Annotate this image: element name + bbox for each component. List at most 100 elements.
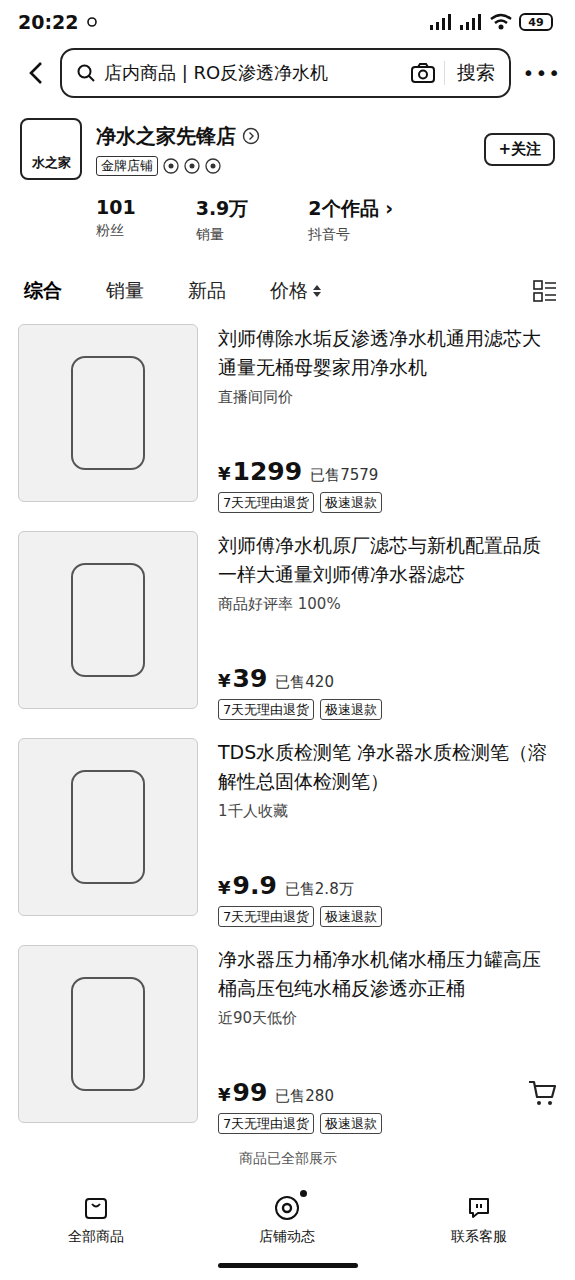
nav-item[interactable]: 联系客服 [419, 1194, 539, 1246]
sort-label: 综合 [24, 278, 62, 304]
sort-tab[interactable]: 综合 [24, 278, 62, 304]
medal-icon [163, 158, 179, 174]
nav-label: 全部商品 [68, 1228, 124, 1246]
sort-order-icon [312, 283, 322, 299]
currency: ¥ [218, 1084, 231, 1105]
product-card[interactable]: 刘师傅净水机原厂滤芯与新机配置品质一样大通量刘师傅净水器滤芯商品好评率 100%… [0, 523, 575, 730]
product-list: 刘师傅除水垢反渗透净水机通用滤芯大通量无桶母婴家用净水机直播间同价 ¥1299 已售… [0, 316, 575, 1144]
product-info: 刘师傅净水机原厂滤芯与新机配置品质一样大通量刘师傅净水器滤芯商品好评率 100%… [218, 531, 557, 730]
product-card[interactable]: 净水器压力桶净水机储水桶压力罐高压桶高压包纯水桶反渗透亦正桶近90天低价¥99已… [0, 937, 575, 1144]
product-image [18, 324, 198, 502]
product-card[interactable]: 刘师傅除水垢反渗透净水机通用滤芯大通量无桶母婴家用净水机直播间同价¥1299已售… [0, 316, 575, 523]
product-shape [71, 770, 145, 884]
status-bar: 20:22 49 [0, 0, 575, 44]
search-divider [444, 61, 445, 85]
service-tag: 7天无理由退货 [218, 492, 314, 513]
stat-item: 2个作品 › 抖音号 [308, 196, 393, 244]
shop-page: 20:22 49 店内商品 | RO反渗透净水机搜索 ••• 水之家净水之家先锋店金牌店… [0, 0, 575, 1280]
home-indicator [218, 1263, 358, 1268]
time: 20:22 [18, 11, 78, 33]
service-tag: 极速退款 [320, 699, 382, 720]
product-image [18, 945, 198, 1123]
stat-label: 销量 [196, 226, 249, 244]
search-row: 店内商品 | RO反渗透净水机搜索 ••• [0, 44, 575, 102]
sort-label: 销量 [106, 278, 144, 304]
service-tag: 7天无理由退货 [218, 906, 314, 927]
price: 1299 [233, 457, 303, 486]
service-tag: 7天无理由退货 [218, 1113, 314, 1134]
sort-bar: 综合 销量 新品 价格 [0, 244, 575, 316]
stat-item: 3.9万销量 [196, 196, 249, 244]
product-image [18, 531, 198, 709]
nav-label: 联系客服 [451, 1228, 507, 1246]
home-indicator-row [0, 1250, 575, 1280]
currency: ¥ [218, 670, 231, 691]
stat-value: 3.9万 [196, 196, 249, 222]
stat-item: 101粉丝 [96, 196, 136, 244]
price-row: ¥9.9已售2.8万 [218, 871, 557, 900]
product-subtitle: 商品好评率 100% [218, 595, 557, 614]
shop-header: 水之家净水之家先锋店金牌店铺 +关注 [0, 102, 575, 180]
battery-icon: 49 [519, 13, 553, 31]
service-tag: 极速退款 [320, 492, 382, 513]
badge-row: 金牌店铺 [96, 156, 470, 176]
product-info: 净水器压力桶净水机储水桶压力罐高压桶高压包纯水桶反渗透亦正桶近90天低价¥99已… [218, 945, 557, 1144]
nav-icon-wrap [273, 1194, 301, 1222]
product-subtitle: 直播间同价 [218, 388, 557, 407]
price: 39 [233, 664, 268, 693]
list-layout-icon[interactable] [533, 280, 557, 302]
product-info: 刘师傅除水垢反渗透净水机通用滤芯大通量无桶母婴家用净水机直播间同价¥1299已售… [218, 324, 557, 523]
signal-icon [459, 14, 483, 30]
product-title: TDS水质检测笔 净水器水质检测笔（溶解性总固体检测笔） [218, 738, 557, 796]
shop-logo[interactable]: 水之家 [20, 118, 82, 180]
follow-button[interactable]: +关注 [484, 133, 555, 166]
stat-label: 粉丝 [96, 222, 136, 240]
product-title: 净水器压力桶净水机储水桶压力罐高压桶高压包纯水桶反渗透亦正桶 [218, 945, 557, 1003]
back-icon[interactable] [26, 60, 48, 86]
nav-item[interactable]: 店铺动态 [227, 1194, 347, 1246]
more-button[interactable]: ••• [523, 61, 561, 85]
service-tag: 7天无理由退货 [218, 699, 314, 720]
tag-row: 7天无理由退货极速退款 [218, 1113, 557, 1134]
sold-count: 已售7579 [310, 466, 378, 485]
notification-dot [300, 1190, 307, 1197]
product-title: 刘师傅除水垢反渗透净水机通用滤芯大通量无桶母婴家用净水机 [218, 324, 557, 382]
product-subtitle: 1千人收藏 [218, 802, 557, 821]
price-row: ¥39已售420 [218, 664, 557, 693]
camera-icon[interactable] [410, 62, 436, 84]
stat-value: 2个作品 › [308, 196, 393, 222]
nav-item[interactable]: 全部商品 [36, 1194, 156, 1246]
search-icon [76, 63, 96, 83]
product-card[interactable]: TDS水质检测笔 净水器水质检测笔（溶解性总固体检测笔） 1千人收藏 ¥9.9已售2… [0, 730, 575, 937]
stat-label: 抖音号 [308, 226, 393, 244]
sync-icon [86, 16, 98, 28]
sort-tab[interactable]: 新品 [188, 278, 226, 304]
nav-icon-wrap [466, 1194, 492, 1222]
price: 9.9 [233, 871, 277, 900]
search-field[interactable]: 店内商品 | RO反渗透净水机搜索 [60, 48, 511, 98]
bag-icon [83, 1195, 109, 1221]
shop-badge: 金牌店铺 [96, 156, 158, 176]
sort-label: 新品 [188, 278, 226, 304]
signal-icon [429, 14, 453, 30]
list-end-note: 商品已全部展示 [0, 1144, 575, 1168]
sort-label: 价格 [270, 278, 308, 304]
shop-name-row: 净水之家先锋店 [96, 123, 470, 150]
sold-count: 已售280 [275, 1087, 334, 1106]
tag-row: 7天无理由退货极速退款 [218, 699, 557, 720]
shop-name[interactable]: 净水之家先锋店 [96, 123, 236, 150]
bottom-nav: 全部商品 店铺动态联系客服 [0, 1188, 575, 1250]
sort-tab[interactable]: 销量 [106, 278, 144, 304]
medal-icon [205, 158, 221, 174]
shop-info: 净水之家先锋店金牌店铺 [96, 123, 470, 176]
product-shape [71, 563, 145, 677]
tag-row: 7天无理由退货极速退款 [218, 492, 557, 513]
cart-icon[interactable] [527, 1079, 557, 1107]
arrow-circle-icon[interactable] [242, 127, 260, 145]
product-shape [71, 356, 145, 470]
search-button[interactable]: 搜索 [453, 60, 495, 86]
product-title: 刘师傅净水机原厂滤芯与新机配置品质一样大通量刘师傅净水器滤芯 [218, 531, 557, 589]
nav-icon-wrap [83, 1194, 109, 1222]
tag-row: 7天无理由退货极速退款 [218, 906, 557, 927]
sort-tab[interactable]: 价格 [270, 278, 322, 304]
